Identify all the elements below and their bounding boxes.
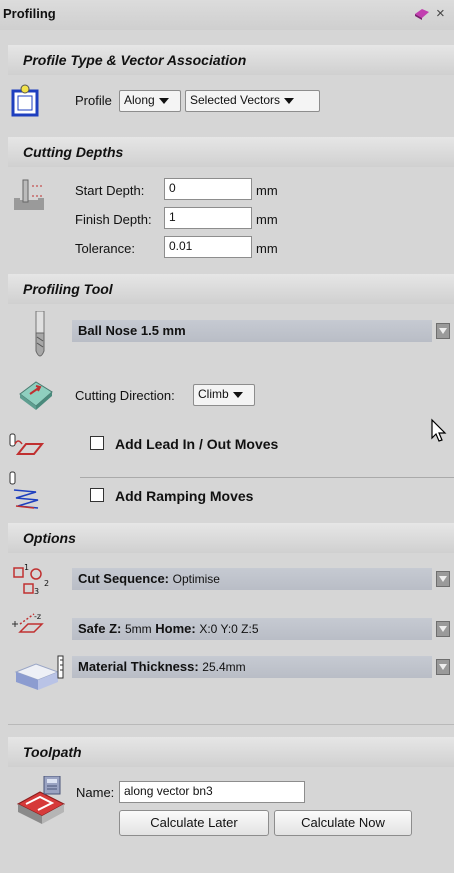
cut-sequence-value: Optimise [172, 572, 220, 586]
cutting-direction-select[interactable]: Climb [193, 384, 255, 406]
finish-depth-label: Finish Depth: [75, 212, 152, 227]
lead-in-out-checkbox[interactable] [90, 436, 104, 450]
profile-label: Profile [75, 93, 112, 108]
divider [8, 724, 454, 725]
chevron-down-icon [158, 97, 169, 104]
svg-text:2: 2 [44, 579, 49, 588]
vector-selection-value: Selected Vectors [190, 93, 281, 107]
cut-sequence-label: Cut Sequence: [78, 571, 170, 586]
profile-shape-icon [11, 84, 39, 117]
title-bar: Profiling × [0, 0, 454, 30]
section-header-profiling-tool: Profiling Tool [8, 274, 454, 304]
vector-selection-select[interactable]: Selected Vectors [185, 90, 320, 112]
section-header-cutting-depths: Cutting Depths [8, 137, 454, 167]
cutting-direction-value: Climb [198, 387, 229, 401]
tolerance-unit: mm [256, 241, 278, 256]
safe-z-dropdown-button[interactable] [436, 621, 450, 637]
tolerance-input[interactable]: 0.01 [164, 236, 252, 258]
close-icon[interactable]: × [436, 5, 445, 22]
safe-z-icon: -z [12, 612, 44, 633]
tool-name: Ball Nose 1.5 mm [78, 323, 186, 338]
start-depth-label: Start Depth: [75, 183, 145, 198]
svg-text:3: 3 [34, 587, 39, 596]
section-title: Profile Type & Vector Association [23, 52, 247, 68]
divider [80, 477, 454, 478]
cutting-direction-label: Cutting Direction: [75, 388, 175, 403]
home-label: Home: [155, 621, 196, 636]
material-thickness-label: Material Thickness: [78, 659, 199, 674]
profile-side-value: Along [124, 93, 155, 107]
safe-z-value: 5mm [124, 622, 152, 636]
material-thickness-icon [14, 655, 64, 690]
cut-sequence-dropdown-button[interactable] [436, 571, 450, 587]
home-value: X:0 Y:0 Z:5 [199, 622, 259, 636]
section-title: Options [23, 530, 76, 546]
profile-side-select[interactable]: Along [119, 90, 181, 112]
safe-z-label: Safe Z: [78, 621, 122, 636]
start-depth-unit: mm [256, 183, 278, 198]
cutting-depth-icon [14, 179, 44, 210]
lead-in-out-label: Add Lead In / Out Moves [115, 436, 279, 452]
toolpath-name-input[interactable]: along vector bn3 [119, 781, 305, 803]
cutting-direction-icon [19, 381, 53, 410]
chevron-down-icon [232, 391, 243, 398]
material-thickness-value: 25.4mm [202, 660, 246, 674]
calculate-later-button[interactable]: Calculate Later [119, 810, 269, 836]
tool-selector[interactable]: Ball Nose 1.5 mm [72, 320, 432, 342]
tolerance-label: Tolerance: [75, 241, 135, 256]
safe-z-home-selector[interactable]: Safe Z: 5mm Home: X:0 Y:0 Z:5 [72, 618, 432, 640]
material-thickness-selector[interactable]: Material Thickness: 25.4mm [72, 656, 432, 678]
finish-depth-input[interactable]: 1 [164, 207, 252, 229]
profiling-panel: Profiling × Profile Type & Vector Associ… [0, 0, 454, 873]
ball-nose-tool-icon [35, 311, 45, 357]
pin-icon[interactable] [414, 8, 430, 20]
section-title: Profiling Tool [23, 281, 113, 297]
section-title: Toolpath [23, 744, 82, 760]
calculate-now-button[interactable]: Calculate Now [274, 810, 412, 836]
section-title: Cutting Depths [23, 144, 124, 160]
tool-dropdown-button[interactable] [436, 323, 450, 339]
ramping-icon [9, 471, 39, 509]
ramping-checkbox[interactable] [90, 488, 104, 502]
mouse-cursor-icon [431, 418, 447, 442]
material-dropdown-button[interactable] [436, 659, 450, 675]
svg-text:-z: -z [34, 612, 41, 621]
start-depth-input[interactable]: 0 [164, 178, 252, 200]
finish-depth-unit: mm [256, 212, 278, 227]
section-header-toolpath: Toolpath [8, 737, 454, 767]
section-header-profile-type: Profile Type & Vector Association [8, 45, 454, 75]
toolpath-name-label: Name: [76, 785, 115, 800]
window-title: Profiling [3, 6, 56, 21]
cut-sequence-icon: 1 3 2 [13, 563, 49, 596]
lead-in-out-icon [9, 433, 44, 455]
ramping-label: Add Ramping Moves [115, 488, 254, 504]
section-header-options: Options [8, 523, 454, 553]
svg-text:1: 1 [24, 563, 29, 572]
toolpath-icon [16, 776, 66, 824]
cut-sequence-selector[interactable]: Cut Sequence: Optimise [72, 568, 432, 590]
chevron-down-icon [284, 97, 295, 104]
